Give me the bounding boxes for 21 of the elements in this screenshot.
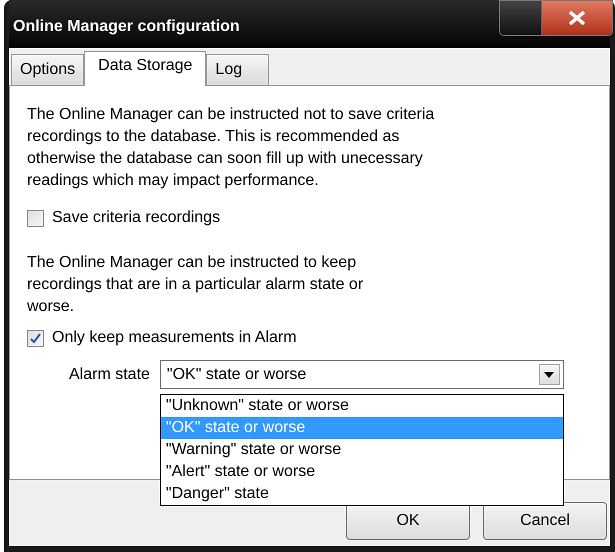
dropdown-option[interactable]: "Danger" state — [160, 483, 563, 505]
intro-text: The Online Manager can be instructed not to save criteria recordings to the database. This is recommended as otherwise the database can soon fill up with unecessary readings which may impact performance. — [27, 105, 436, 191]
tab[interactable]: Log — [206, 54, 270, 85]
minimize-button[interactable] — [500, 1, 542, 35]
checkbox[interactable] — [27, 210, 44, 226]
alarm-state-dropdown[interactable]: "OK" state or worse — [160, 360, 564, 389]
tab[interactable]: Data Storage — [84, 51, 206, 86]
checkbox-label: Only keep measurements in Alarm — [52, 328, 297, 348]
checkmark-icon — [30, 332, 41, 344]
close-icon — [568, 11, 586, 25]
checkbox[interactable] — [27, 330, 44, 346]
alarm-state-label: Alarm state — [69, 364, 150, 384]
dialog-button[interactable]: Cancel — [483, 502, 607, 540]
tab[interactable]: Options — [11, 54, 84, 85]
checkbox-label: Save criteria recordings — [52, 208, 220, 228]
close-button[interactable] — [542, 1, 612, 35]
window-title: Online Manager configuration — [12, 17, 240, 37]
keep-text: The Online Manager can be instructed to keep recordings that are in a particular alarm state or worse. — [27, 253, 364, 317]
dropdown-option[interactable]: "Alert" state or worse — [160, 461, 563, 483]
dropdown-option[interactable]: "Warning" state or worse — [160, 439, 563, 461]
dropdown-option[interactable]: "Unknown" state or worse — [160, 395, 563, 417]
